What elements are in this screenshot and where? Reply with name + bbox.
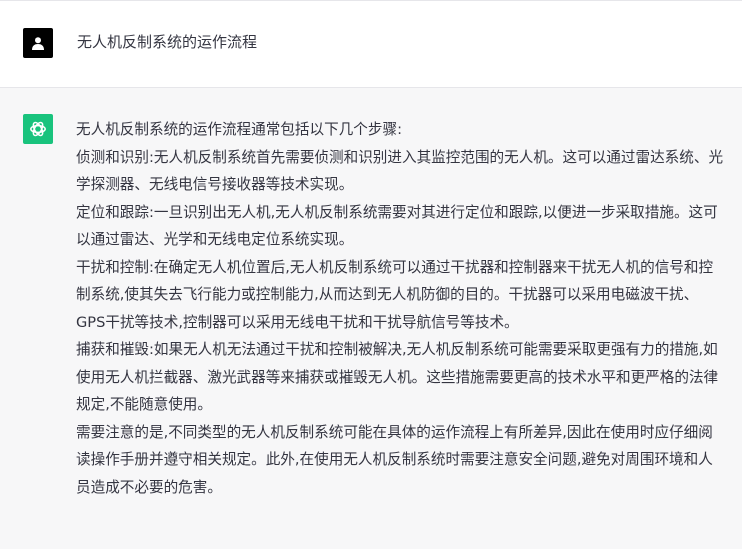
answer-intro: 无人机反制系统的运作流程通常包括以下几个步骤: (76, 121, 402, 138)
openai-logo-icon (30, 121, 46, 137)
user-avatar (23, 28, 53, 58)
user-silhouette-icon (32, 37, 44, 50)
user-message-text: 无人机反制系统的运作流程 (77, 33, 258, 51)
assistant-avatar (23, 114, 53, 144)
answer-step-jam: 干扰和控制:在确定无人机位置后,无人机反制系统可以通过干扰器和控制器来干扰无人机… (76, 258, 714, 331)
answer-closing: 需要注意的是,不同类型的无人机反制系统可能在具体的运作流程上有所差异,因此在使用… (76, 423, 713, 496)
assistant-message-text: 无人机反制系统的运作流程通常包括以下几个步骤: 侦测和识别:无人机反制系统首先需… (76, 116, 726, 501)
chat-thread: 无人机反制系统的运作流程 无人机反制系统的运作流程通常包括以下几个步骤: 侦测和… (0, 0, 742, 549)
answer-step-capture: 捕获和摧毁:如果无人机无法通过干扰和控制被解决,无人机反制系统可能需要采取更强有… (76, 341, 719, 413)
answer-step-locate: 定位和跟踪:一旦识别出无人机,无人机反制系统需要对其进行定位和跟踪,以便进一步采… (76, 203, 718, 249)
answer-step-detect: 侦测和识别:无人机反制系统首先需要侦测和识别进入其监控范围的无人机。这可以通过雷… (76, 148, 724, 194)
